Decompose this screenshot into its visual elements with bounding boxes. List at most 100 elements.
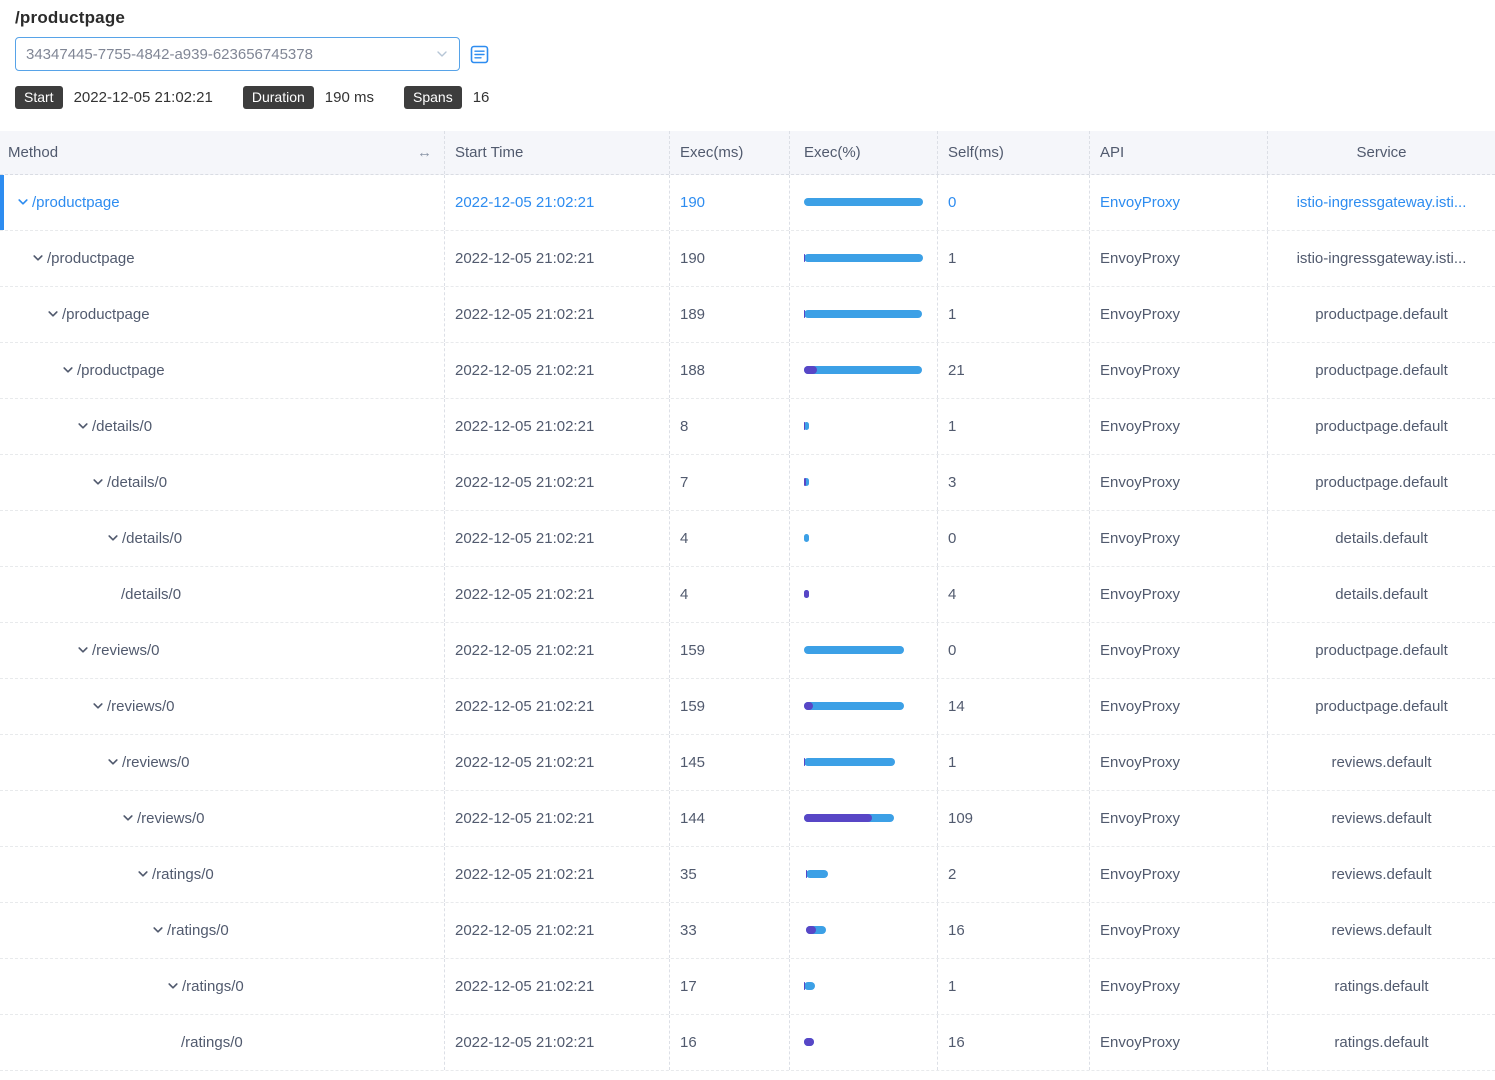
chevron-down-icon bbox=[435, 47, 449, 61]
span-exec-ms: 35 bbox=[670, 847, 790, 902]
chevron-down-icon[interactable] bbox=[76, 643, 90, 657]
trace-span-row[interactable]: /ratings/0 2022-12-05 21:02:21 17 1 Envo… bbox=[0, 959, 1495, 1015]
column-header-exec-percent: Exec(%) bbox=[790, 131, 938, 174]
span-service: productpage.default bbox=[1268, 399, 1495, 454]
trace-detail-icon[interactable] bbox=[470, 45, 489, 64]
span-self-ms: 1 bbox=[938, 959, 1090, 1014]
spans-badge: Spans bbox=[404, 86, 462, 109]
span-start-time: 2022-12-05 21:02:21 bbox=[445, 343, 670, 398]
chevron-down-icon[interactable] bbox=[151, 923, 165, 937]
chevron-down-icon[interactable] bbox=[106, 755, 120, 769]
trace-span-row[interactable]: /reviews/0 2022-12-05 21:02:21 159 0 Env… bbox=[0, 623, 1495, 679]
trace-span-row[interactable]: /productpage 2022-12-05 21:02:21 190 1 E… bbox=[0, 231, 1495, 287]
span-api: EnvoyProxy bbox=[1090, 567, 1268, 622]
span-exec-percent-cell bbox=[790, 791, 938, 846]
span-method-cell: /details/0 bbox=[0, 567, 445, 622]
chevron-down-icon[interactable] bbox=[121, 811, 135, 825]
span-api: EnvoyProxy bbox=[1090, 959, 1268, 1014]
trace-span-row[interactable]: /details/0 2022-12-05 21:02:21 4 4 Envoy… bbox=[0, 567, 1495, 623]
column-header-start-time: Start Time bbox=[445, 131, 670, 174]
span-exec-ms: 190 bbox=[670, 231, 790, 286]
span-self-ms: 109 bbox=[938, 791, 1090, 846]
column-resize-icon[interactable]: ↔ bbox=[417, 144, 432, 161]
trace-id-value: 34347445-7755-4842-a939-623656745378 bbox=[26, 46, 313, 63]
trace-span-row[interactable]: /details/0 2022-12-05 21:02:21 8 1 Envoy… bbox=[0, 399, 1495, 455]
spans-summary: Spans 16 bbox=[404, 86, 489, 109]
span-start-time: 2022-12-05 21:02:21 bbox=[445, 623, 670, 678]
span-service: istio-ingressgateway.isti... bbox=[1268, 231, 1495, 286]
span-api: EnvoyProxy bbox=[1090, 399, 1268, 454]
span-method-label: /ratings/0 bbox=[152, 866, 214, 883]
span-start-time: 2022-12-05 21:02:21 bbox=[445, 175, 670, 230]
chevron-down-icon[interactable] bbox=[61, 363, 75, 377]
span-start-time: 2022-12-05 21:02:21 bbox=[445, 231, 670, 286]
trace-span-row[interactable]: /details/0 2022-12-05 21:02:21 7 3 Envoy… bbox=[0, 455, 1495, 511]
chevron-down-icon[interactable] bbox=[91, 699, 105, 713]
duration-bar bbox=[804, 702, 904, 710]
span-exec-ms: 159 bbox=[670, 679, 790, 734]
trace-summary: Start 2022-12-05 21:02:21 Duration 190 m… bbox=[15, 86, 1480, 109]
span-method-label: /productpage bbox=[47, 250, 135, 267]
span-self-ms: 14 bbox=[938, 679, 1090, 734]
span-service: productpage.default bbox=[1268, 455, 1495, 510]
span-method-label: /productpage bbox=[77, 362, 165, 379]
span-start-time: 2022-12-05 21:02:21 bbox=[445, 735, 670, 790]
span-exec-ms: 144 bbox=[670, 791, 790, 846]
span-start-time: 2022-12-05 21:02:21 bbox=[445, 511, 670, 566]
chevron-down-icon[interactable] bbox=[16, 195, 30, 209]
span-exec-ms: 4 bbox=[670, 511, 790, 566]
trace-span-row[interactable]: /productpage 2022-12-05 21:02:21 190 0 E… bbox=[0, 175, 1495, 231]
column-header-method-label: Method bbox=[8, 144, 58, 161]
span-start-time: 2022-12-05 21:02:21 bbox=[445, 399, 670, 454]
trace-span-row[interactable]: /details/0 2022-12-05 21:02:21 4 0 Envoy… bbox=[0, 511, 1495, 567]
span-self-ms: 0 bbox=[938, 511, 1090, 566]
span-self-ms: 3 bbox=[938, 455, 1090, 510]
span-self-ms: 0 bbox=[938, 623, 1090, 678]
chevron-down-icon[interactable] bbox=[106, 531, 120, 545]
duration-bar bbox=[804, 366, 922, 374]
duration-bar-track bbox=[804, 534, 923, 542]
span-exec-percent-cell bbox=[790, 287, 938, 342]
column-header-api: API bbox=[1090, 131, 1268, 174]
trace-span-row[interactable]: /ratings/0 2022-12-05 21:02:21 16 16 Env… bbox=[0, 1015, 1495, 1071]
trace-span-row[interactable]: /ratings/0 2022-12-05 21:02:21 35 2 Envo… bbox=[0, 847, 1495, 903]
span-method-label: /reviews/0 bbox=[122, 754, 190, 771]
chevron-down-icon[interactable] bbox=[136, 867, 150, 881]
duration-bar bbox=[804, 310, 922, 318]
self-duration-bar bbox=[804, 758, 805, 766]
trace-span-row[interactable]: /reviews/0 2022-12-05 21:02:21 159 14 En… bbox=[0, 679, 1495, 735]
chevron-down-icon[interactable] bbox=[166, 979, 180, 993]
span-start-time: 2022-12-05 21:02:21 bbox=[445, 1015, 670, 1070]
span-start-time: 2022-12-05 21:02:21 bbox=[445, 791, 670, 846]
duration-bar bbox=[804, 254, 923, 262]
self-duration-bar bbox=[804, 422, 805, 430]
trace-span-row[interactable]: /reviews/0 2022-12-05 21:02:21 145 1 Env… bbox=[0, 735, 1495, 791]
trace-span-row[interactable]: /productpage 2022-12-05 21:02:21 188 21 … bbox=[0, 343, 1495, 399]
duration-bar-track bbox=[804, 926, 923, 934]
trace-span-row[interactable]: /reviews/0 2022-12-05 21:02:21 144 109 E… bbox=[0, 791, 1495, 847]
duration-summary: Duration 190 ms bbox=[243, 86, 374, 109]
span-method-cell: /ratings/0 bbox=[0, 903, 445, 958]
span-api: EnvoyProxy bbox=[1090, 791, 1268, 846]
span-exec-percent-cell bbox=[790, 903, 938, 958]
chevron-down-icon[interactable] bbox=[31, 251, 45, 265]
chevron-down-icon[interactable] bbox=[76, 419, 90, 433]
span-method-label: /productpage bbox=[32, 194, 120, 211]
duration-bar-track bbox=[804, 646, 923, 654]
trace-header: /productpage 34347445-7755-4842-a939-623… bbox=[0, 0, 1495, 109]
column-header-exec-ms: Exec(ms) bbox=[670, 131, 790, 174]
span-service: reviews.default bbox=[1268, 735, 1495, 790]
trace-id-select[interactable]: 34347445-7755-4842-a939-623656745378 bbox=[15, 37, 460, 71]
duration-bar-track bbox=[804, 702, 923, 710]
span-api: EnvoyProxy bbox=[1090, 903, 1268, 958]
trace-span-row[interactable]: /productpage 2022-12-05 21:02:21 189 1 E… bbox=[0, 287, 1495, 343]
span-service: productpage.default bbox=[1268, 623, 1495, 678]
span-api: EnvoyProxy bbox=[1090, 231, 1268, 286]
chevron-down-icon[interactable] bbox=[46, 307, 60, 321]
span-self-ms: 2 bbox=[938, 847, 1090, 902]
trace-table-header: Method ↔ Start Time Exec(ms) Exec(%) Sel… bbox=[0, 131, 1495, 175]
trace-span-row[interactable]: /ratings/0 2022-12-05 21:02:21 33 16 Env… bbox=[0, 903, 1495, 959]
chevron-down-icon[interactable] bbox=[91, 475, 105, 489]
span-api: EnvoyProxy bbox=[1090, 511, 1268, 566]
span-api: EnvoyProxy bbox=[1090, 343, 1268, 398]
